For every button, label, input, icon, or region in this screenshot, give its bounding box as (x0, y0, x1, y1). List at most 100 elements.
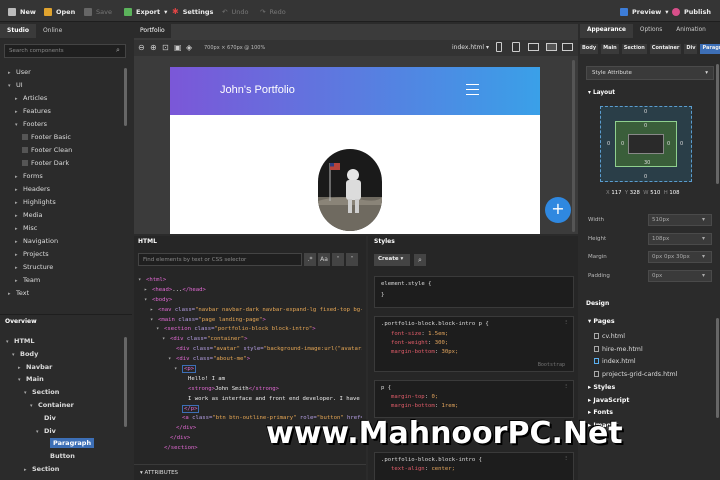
page-item[interactable]: index.html (594, 356, 714, 369)
chevron-down-icon[interactable]: ▾ (702, 253, 705, 260)
overview-item[interactable]: ▾ Section (6, 386, 126, 399)
preview-button[interactable]: Preview ▾ (620, 6, 669, 17)
design-section[interactable]: ▸ JavaScript (588, 395, 708, 408)
regex-toggle[interactable]: .* (304, 253, 316, 266)
tablet-landscape-icon[interactable] (528, 43, 539, 51)
overview-item[interactable]: Div (6, 412, 126, 425)
style-rule-block-intro[interactable]: .portfolio-block.block-intro { text-alig… (374, 452, 574, 480)
html-tree-line[interactable]: ▾ <section class="portfolio-block block-i… (138, 325, 362, 335)
scrollbar[interactable] (124, 68, 127, 126)
css-declaration[interactable]: margin-bottom: 30px; (391, 348, 567, 357)
save-button[interactable]: Save (84, 6, 112, 17)
component-tree-item[interactable]: Footer Basic (0, 131, 124, 144)
component-tree-item[interactable]: ▾ UI (0, 79, 124, 92)
breadcrumb-item[interactable]: Paragraph (700, 44, 720, 54)
zoom-in-icon[interactable]: ⊕ (150, 43, 157, 52)
export-button[interactable]: Export ▾ (124, 6, 167, 17)
box-model-value[interactable]: 0 (644, 174, 647, 180)
component-tree-item[interactable]: ▸ Articles (0, 92, 124, 105)
component-tree-item[interactable]: ▾ Footers (0, 118, 124, 131)
page-item[interactable]: projects-grid-cards.html (594, 369, 714, 382)
overview-item[interactable]: Button (6, 450, 126, 463)
component-tree-item[interactable]: Footer Clean (0, 144, 124, 157)
css-declaration[interactable]: font-weight: 300; (391, 339, 567, 348)
html-tree-line[interactable]: ▾ <body> (138, 296, 362, 306)
element-search-input[interactable]: Find elements by text or CSS selector (138, 253, 302, 266)
overview-item[interactable]: ▾ Body (6, 348, 126, 361)
html-tree-line[interactable]: I work as interface and front end develo… (138, 395, 362, 405)
html-tree-line[interactable]: <strong>John Smith</strong> (138, 385, 362, 395)
brand-title[interactable]: John's Portfolio (220, 84, 295, 96)
html-tree-line[interactable]: ▸ <head>...</head> (138, 286, 362, 296)
breadcrumb-item[interactable]: Main (601, 44, 619, 54)
breadcrumb-item[interactable]: Container (649, 44, 682, 54)
tab-online[interactable]: Online (36, 24, 69, 38)
chevron-down-icon[interactable]: ▾ (702, 235, 705, 242)
breadcrumb-item[interactable]: Div (684, 44, 698, 54)
settings-button[interactable]: ✱ Settings (172, 6, 213, 17)
select-icon[interactable]: ⊡ (162, 43, 169, 52)
overview-item[interactable]: ▸ Navbar (6, 361, 126, 374)
overview-item[interactable]: ▾ Div (6, 425, 126, 438)
desktop-icon[interactable] (562, 43, 573, 51)
style-rule-block-intro-p[interactable]: .portfolio-block.block-intro p { font-si… (374, 316, 574, 372)
style-rule-p[interactable]: p { margin-top: 0; margin-bottom: 1rem; ⋮ (374, 380, 574, 418)
component-tree-item[interactable]: ▸ Forms (0, 170, 124, 183)
scrollbar[interactable] (124, 337, 127, 427)
component-tree-item[interactable]: ▸ Navigation (0, 235, 124, 248)
breadcrumb-item[interactable]: Section (621, 44, 647, 54)
html-tree-line[interactable]: </p> (138, 404, 362, 415)
component-tree-item[interactable]: ▸ Projects (0, 248, 124, 261)
css-declaration[interactable]: margin-bottom: 1rem; (391, 402, 567, 411)
tablet-icon[interactable] (512, 42, 520, 52)
design-section[interactable]: ▸ Styles (588, 382, 708, 395)
chevron-up-icon[interactable]: ˄ (332, 253, 344, 266)
layout-section-header[interactable]: ▾ Layout (588, 90, 615, 96)
page-item[interactable]: hire-me.html (594, 344, 714, 357)
add-button[interactable]: + (545, 197, 571, 223)
html-tree-line[interactable]: <div class="avatar" style="background-im… (138, 345, 362, 355)
avatar[interactable] (318, 149, 382, 231)
open-button[interactable]: Open (44, 6, 75, 17)
breadcrumb-item[interactable]: Body (580, 44, 599, 54)
search-icon[interactable]: ⌕ (414, 254, 426, 266)
html-tree-line[interactable]: ▾ <main class="page landing-page"> (138, 316, 362, 326)
html-tree-line[interactable]: ▸ <nav class="navbar navbar-dark navbar-e… (138, 306, 362, 316)
tab-options[interactable]: Options (633, 24, 669, 38)
box-model-value[interactable]: 30 (644, 160, 650, 166)
component-tree-item[interactable]: ▸ Text (0, 287, 124, 300)
component-tree-item[interactable]: ▸ Features (0, 105, 124, 118)
page-item[interactable]: cv.html (594, 331, 714, 344)
scrollbar[interactable] (716, 64, 719, 184)
html-tree-line[interactable]: ▾ <div class="about-me"> (138, 355, 362, 365)
box-model-value[interactable]: 0 (621, 141, 624, 147)
more-icon[interactable]: ⋮ (563, 320, 569, 326)
new-button[interactable]: New (8, 6, 36, 17)
margin-box[interactable] (600, 106, 692, 182)
chevron-down-icon[interactable]: ▾ (702, 216, 705, 223)
tab-appearance[interactable]: Appearance (580, 24, 633, 38)
more-icon[interactable]: ⋮ (563, 456, 569, 462)
page-select[interactable]: index.html (452, 44, 484, 51)
laptop-icon[interactable] (546, 43, 557, 51)
undo-button[interactable]: ↶ Undo (222, 6, 248, 17)
image-icon[interactable]: ▣ (174, 43, 182, 52)
more-icon[interactable]: ⋮ (563, 384, 569, 390)
element-style-rule[interactable]: element.style { } (374, 276, 574, 308)
component-tree-item[interactable]: ▸ Misc (0, 222, 124, 235)
pages-header[interactable]: ▾ Pages (588, 318, 615, 325)
component-tree-item[interactable]: ▸ User (0, 66, 124, 79)
tab-studio[interactable]: Studio (0, 24, 36, 38)
overview-item[interactable]: ▾ Main (6, 373, 126, 386)
component-tree-item[interactable]: ▸ Media (0, 209, 124, 222)
component-tree-item[interactable]: ▸ Highlights (0, 196, 124, 209)
case-toggle[interactable]: Aa (318, 253, 330, 266)
tab-animation[interactable]: Animation (669, 24, 713, 38)
canvas-scrollbar[interactable] (572, 60, 575, 232)
html-tree-line[interactable]: ▾ <div class="container"> (138, 335, 362, 345)
box-model-value[interactable]: 0 (607, 141, 610, 147)
overview-item[interactable]: ▾ HTML (6, 335, 126, 348)
overview-item[interactable]: ▾ Container (6, 399, 126, 412)
layers-icon[interactable]: ◈ (186, 43, 192, 52)
box-model-value[interactable]: 0 (667, 141, 670, 147)
